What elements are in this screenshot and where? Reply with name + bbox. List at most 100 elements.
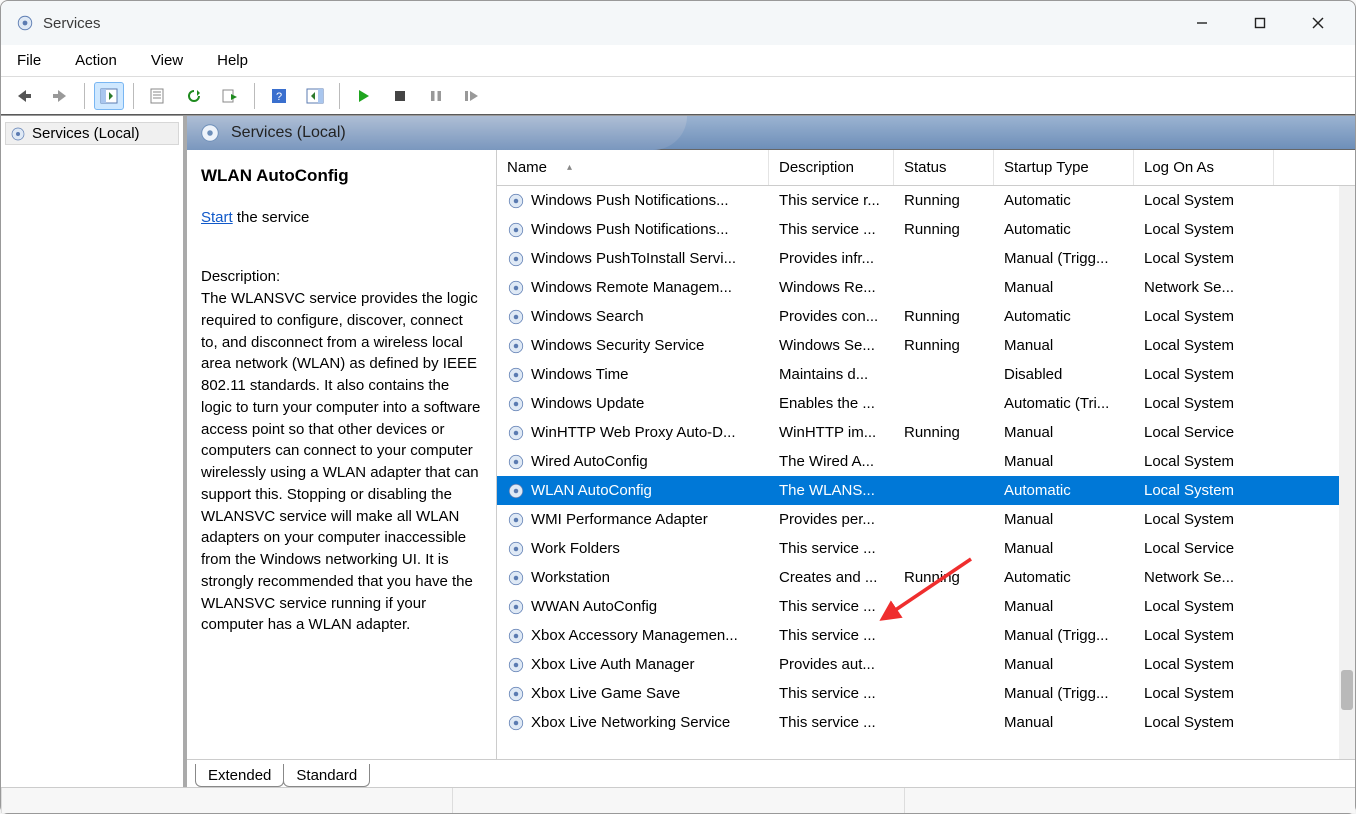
properties-button[interactable] <box>143 82 173 110</box>
menu-help[interactable]: Help <box>211 50 254 71</box>
service-row[interactable]: Windows PushToInstall Servi...Provides i… <box>497 244 1355 273</box>
cell-logon: Local System <box>1134 250 1274 267</box>
tree-node-services-local[interactable]: Services (Local) <box>5 122 179 145</box>
close-button[interactable] <box>1289 3 1347 43</box>
service-row[interactable]: Windows Push Notifications...This servic… <box>497 186 1355 215</box>
service-row[interactable]: Windows Remote Managem...Windows Re...Ma… <box>497 273 1355 302</box>
back-button[interactable] <box>9 82 39 110</box>
service-row[interactable]: Windows SearchProvides con...RunningAuto… <box>497 302 1355 331</box>
cell-logon: Local System <box>1134 714 1274 731</box>
service-row[interactable]: Xbox Live Auth ManagerProvides aut...Man… <box>497 650 1355 679</box>
pause-service-button[interactable] <box>421 82 451 110</box>
menu-action[interactable]: Action <box>69 50 123 71</box>
cell-description: Enables the ... <box>769 395 894 412</box>
service-row[interactable]: WMI Performance AdapterProvides per...Ma… <box>497 505 1355 534</box>
cell-name: WWAN AutoConfig <box>497 598 769 616</box>
show-hide-action-pane-button[interactable] <box>300 82 330 110</box>
cell-logon: Local System <box>1134 685 1274 702</box>
service-row[interactable]: Windows UpdateEnables the ...Automatic (… <box>497 389 1355 418</box>
stop-service-button[interactable] <box>385 82 415 110</box>
service-row[interactable]: Xbox Live Game SaveThis service ...Manua… <box>497 679 1355 708</box>
svg-text:?: ? <box>276 91 282 103</box>
export-button[interactable] <box>215 82 245 110</box>
cell-name: Wired AutoConfig <box>497 453 769 471</box>
cell-logon: Local Service <box>1134 424 1274 441</box>
cell-description: This service ... <box>769 598 894 615</box>
restart-service-button[interactable] <box>457 82 487 110</box>
scrollbar-thumb[interactable] <box>1341 670 1353 710</box>
gear-icon <box>507 424 525 442</box>
cell-logon: Network Se... <box>1134 279 1274 296</box>
cell-description: This service ... <box>769 540 894 557</box>
toolbar: ? <box>1 77 1355 115</box>
column-log-on-as[interactable]: Log On As <box>1134 150 1274 185</box>
cell-startup: Manual <box>994 511 1134 528</box>
column-startup-type[interactable]: Startup Type <box>994 150 1134 185</box>
cell-description: The WLANS... <box>769 482 894 499</box>
minimize-button[interactable] <box>1173 3 1231 43</box>
cell-description: Provides aut... <box>769 656 894 673</box>
column-status[interactable]: Status <box>894 150 994 185</box>
cell-description: Windows Re... <box>769 279 894 296</box>
cell-startup: Manual (Trigg... <box>994 250 1134 267</box>
service-description: The WLANSVC service provides the logic r… <box>201 288 482 636</box>
view-tabs: Extended Standard <box>187 759 1355 787</box>
cell-startup: Manual <box>994 540 1134 557</box>
maximize-button[interactable] <box>1231 3 1289 43</box>
gear-icon <box>507 221 525 239</box>
service-row[interactable]: WinHTTP Web Proxy Auto-D...WinHTTP im...… <box>497 418 1355 447</box>
cell-name: Xbox Accessory Managemen... <box>497 627 769 645</box>
service-row[interactable]: Windows Security ServiceWindows Se...Run… <box>497 331 1355 360</box>
service-row[interactable]: Wired AutoConfigThe Wired A...ManualLoca… <box>497 447 1355 476</box>
forward-button[interactable] <box>45 82 75 110</box>
service-row[interactable]: Work FoldersThis service ...ManualLocal … <box>497 534 1355 563</box>
start-service-link[interactable]: Start <box>201 209 233 226</box>
gear-icon <box>507 511 525 529</box>
titlebar[interactable]: Services <box>1 1 1355 45</box>
help-button[interactable]: ? <box>264 82 294 110</box>
column-description[interactable]: Description <box>769 150 894 185</box>
service-row[interactable]: Windows TimeMaintains d...DisabledLocal … <box>497 360 1355 389</box>
gear-icon <box>507 250 525 268</box>
cell-name: WMI Performance Adapter <box>497 511 769 529</box>
cell-startup: Manual (Trigg... <box>994 627 1134 644</box>
service-row[interactable]: WLAN AutoConfigThe WLANS... AutomaticLoca… <box>497 476 1355 505</box>
refresh-button[interactable] <box>179 82 209 110</box>
cell-name: WinHTTP Web Proxy Auto-D... <box>497 424 769 442</box>
gear-icon <box>507 308 525 326</box>
cell-startup: Automatic <box>994 482 1134 499</box>
cell-startup: Manual <box>994 656 1134 673</box>
menubar: File Action View Help <box>1 45 1355 77</box>
service-row[interactable]: Xbox Accessory Managemen...This service … <box>497 621 1355 650</box>
cell-logon: Network Se... <box>1134 569 1274 586</box>
column-name[interactable]: Name <box>497 150 769 185</box>
gear-icon <box>15 13 35 33</box>
cell-status: Running <box>894 424 994 441</box>
start-service-button[interactable] <box>349 82 379 110</box>
menu-view[interactable]: View <box>145 50 189 71</box>
cell-logon: Local System <box>1134 337 1274 354</box>
cell-startup: Manual <box>994 453 1134 470</box>
gear-icon <box>507 192 525 210</box>
list-body[interactable]: Windows Push Notifications...This servic… <box>497 186 1355 759</box>
service-row[interactable]: WWAN AutoConfigThis service ...ManualLoc… <box>497 592 1355 621</box>
tab-standard[interactable]: Standard <box>283 764 370 787</box>
service-row[interactable]: WorkstationCreates and ...RunningAutomat… <box>497 563 1355 592</box>
service-row[interactable]: Xbox Live Networking ServiceThis service… <box>497 708 1355 737</box>
cell-status: Running <box>894 569 994 586</box>
statusbar <box>1 787 1355 813</box>
console-tree[interactable]: Services (Local) <box>1 116 187 787</box>
gear-icon <box>507 366 525 384</box>
show-hide-tree-button[interactable] <box>94 82 124 110</box>
gear-icon <box>507 714 525 732</box>
cell-status: Running <box>894 337 994 354</box>
cell-name: Windows Update <box>497 395 769 413</box>
menu-file[interactable]: File <box>11 50 47 71</box>
cell-logon: Local System <box>1134 482 1274 499</box>
services-list[interactable]: Name Description Status Startup Type Log… <box>497 150 1355 759</box>
cell-startup: Manual <box>994 598 1134 615</box>
service-row[interactable]: Windows Push Notifications...This servic… <box>497 215 1355 244</box>
cell-name: WLAN AutoConfig <box>497 482 769 500</box>
cell-name: Xbox Live Game Save <box>497 685 769 703</box>
tab-extended[interactable]: Extended <box>195 764 284 787</box>
